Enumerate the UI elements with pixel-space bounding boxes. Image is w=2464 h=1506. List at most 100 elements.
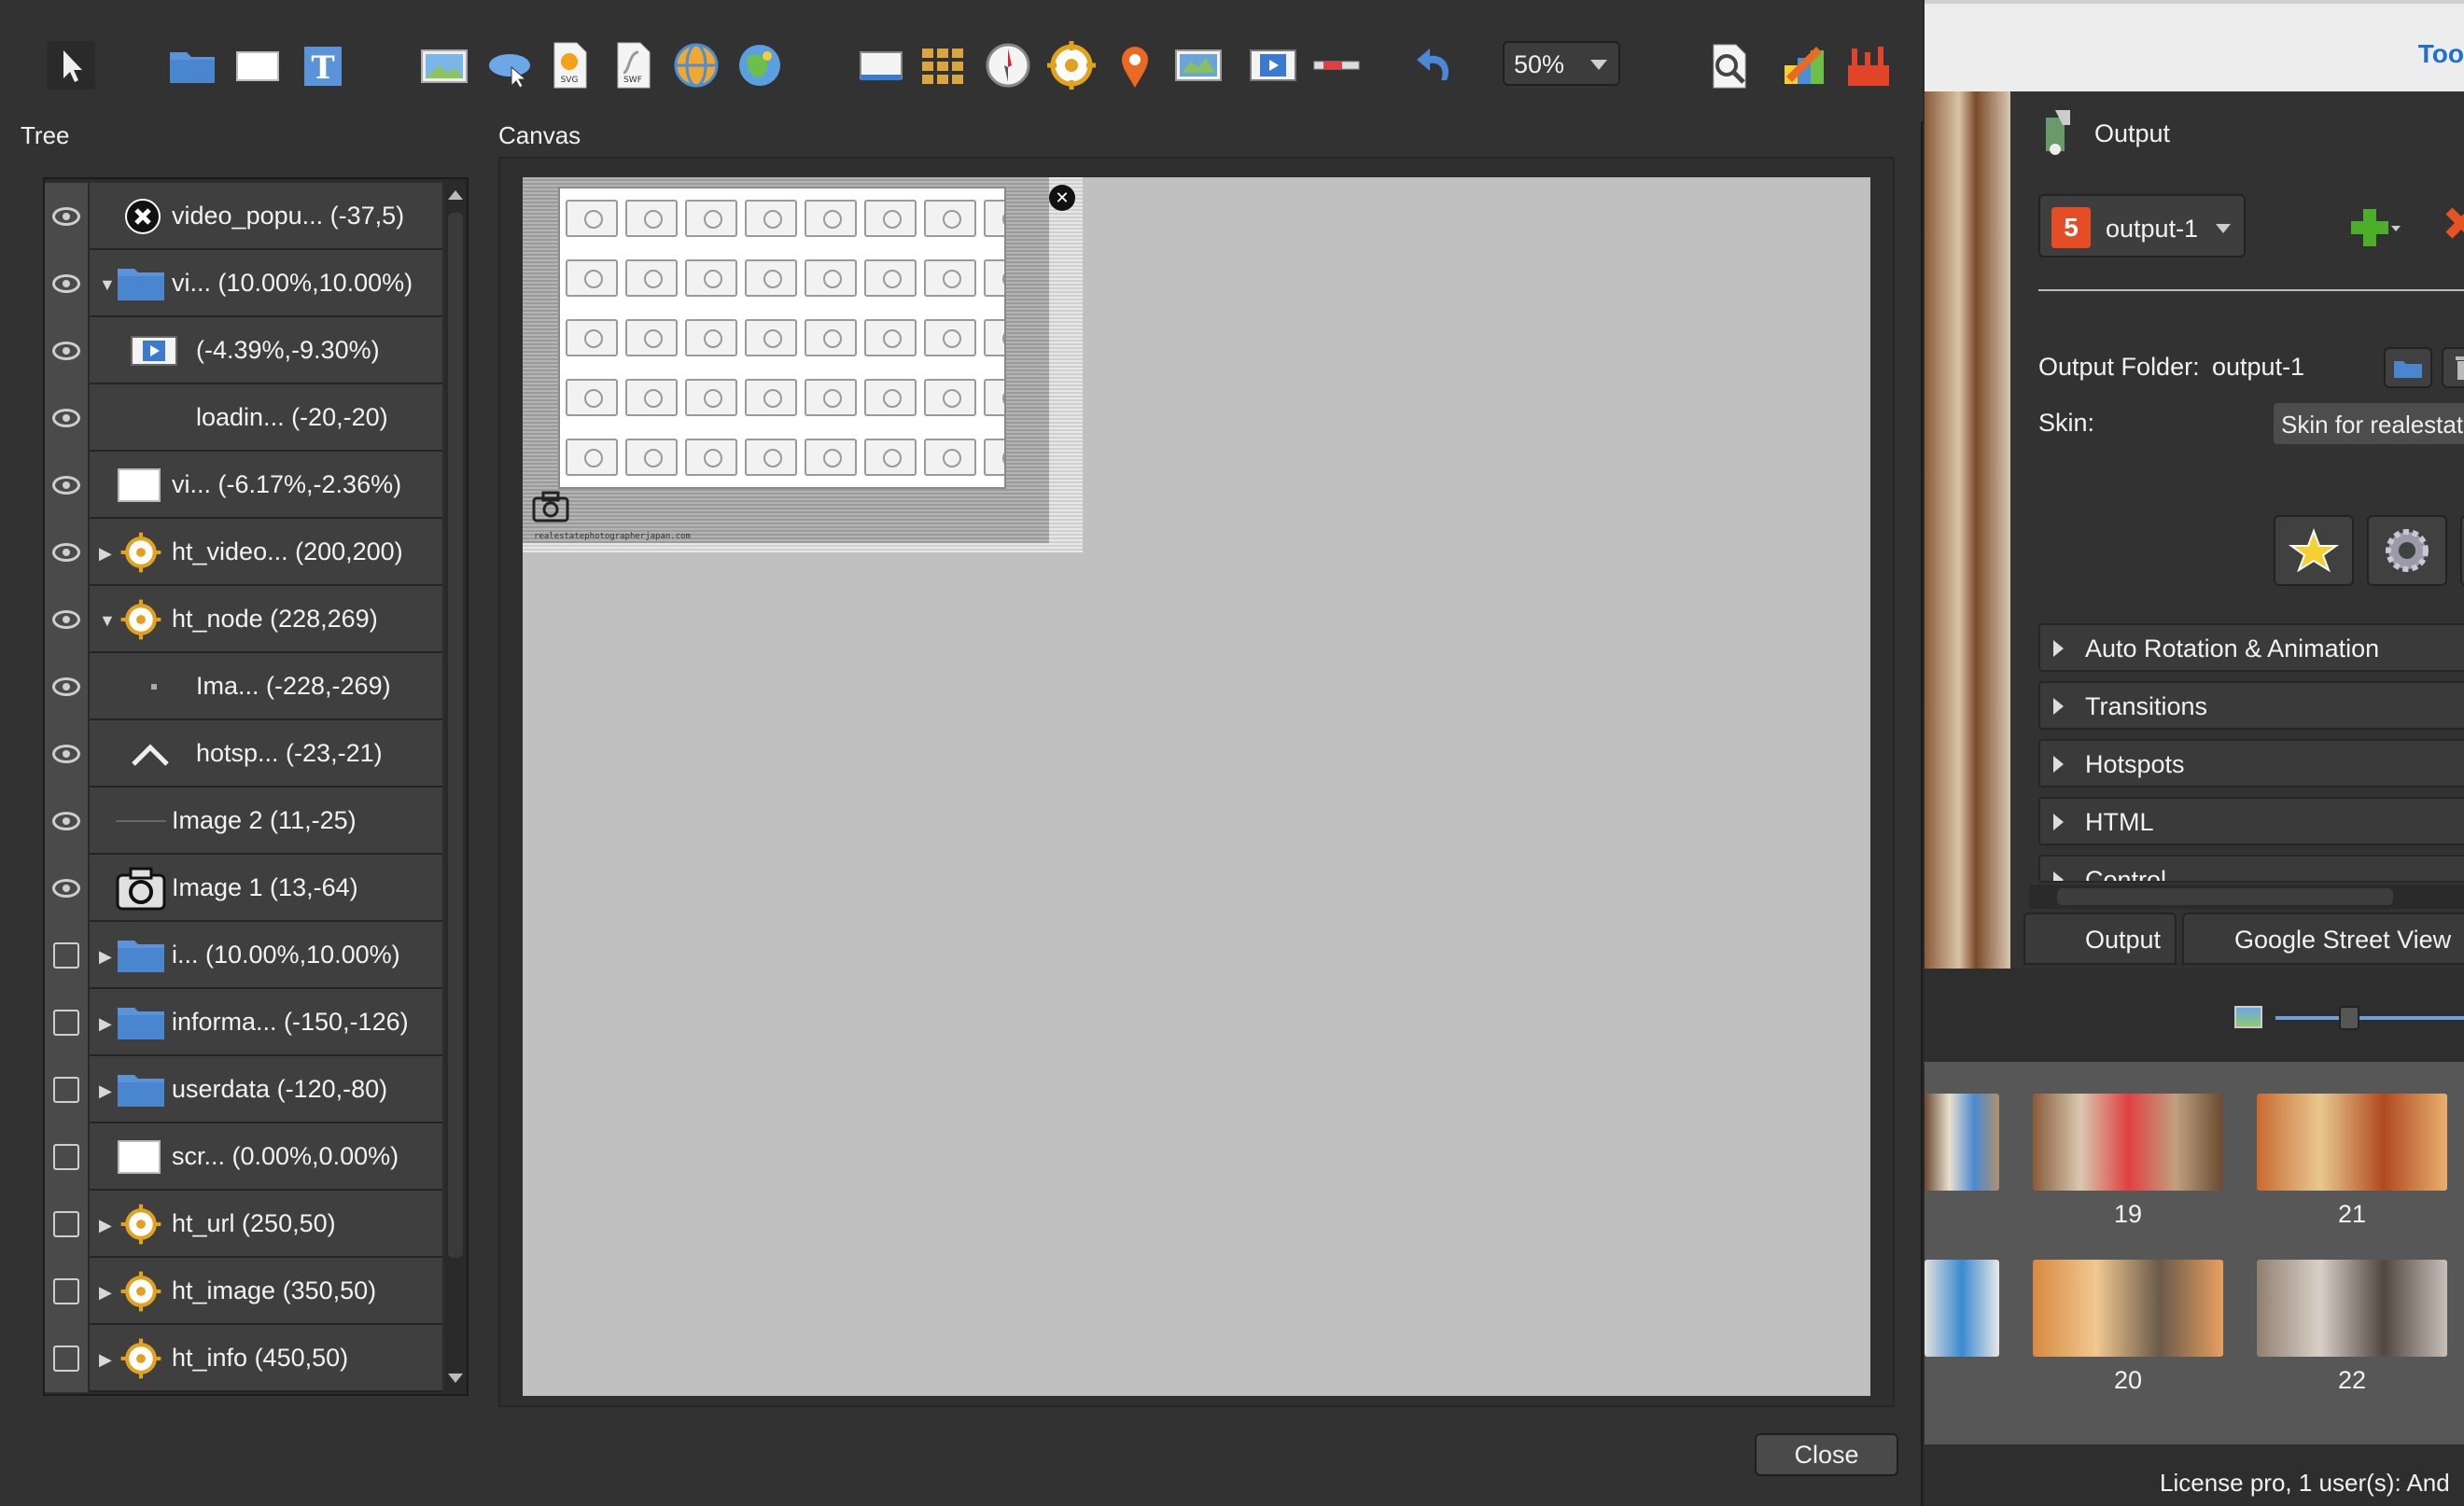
tree-row[interactable]: (-4.39%,-9.30%) (45, 317, 442, 384)
video-thumbnail[interactable] (864, 259, 917, 297)
tab-google-street-view[interactable]: Google Street View (2182, 913, 2464, 965)
video-thumbnail[interactable] (745, 259, 797, 297)
hotspot-icon[interactable] (1043, 37, 1099, 93)
remove-output-button[interactable] (2445, 202, 2464, 258)
swf-icon[interactable]: SWF (605, 37, 661, 93)
monitor-icon[interactable] (2460, 515, 2464, 586)
close-button[interactable]: Close (1755, 1433, 1898, 1476)
open-folder-button[interactable] (2384, 347, 2432, 388)
visibility-toggle[interactable] (45, 384, 90, 452)
video-thumbnail[interactable] (745, 439, 797, 476)
accordion-html[interactable]: HTML (2038, 797, 2464, 845)
video-thumbnail-grid[interactable] (558, 187, 1006, 489)
expand-down-icon[interactable]: ▼ (99, 611, 116, 631)
video-thumbnail[interactable] (685, 439, 737, 476)
visibility-toggle[interactable] (45, 653, 90, 720)
tools-menu[interactable]: Too (2418, 39, 2464, 69)
film-icon[interactable] (1245, 37, 1301, 93)
grid-icon[interactable] (915, 37, 971, 93)
pointer-icon[interactable] (43, 37, 99, 93)
rectangle-icon[interactable] (230, 37, 286, 93)
video-thumbnail[interactable] (984, 259, 1004, 297)
visibility-checkbox[interactable] (45, 1123, 90, 1191)
accordion-auto-rotation[interactable]: Auto Rotation & Animation (2038, 623, 2464, 672)
image-icon[interactable] (416, 37, 472, 93)
accordion-hotspots[interactable]: Hotspots (2038, 739, 2464, 788)
expand-right-icon[interactable]: ▶ (99, 1081, 112, 1101)
video-thumbnail[interactable] (566, 439, 618, 476)
visibility-toggle[interactable] (45, 452, 90, 519)
visibility-checkbox[interactable] (45, 1325, 90, 1392)
canvas-area[interactable]: ✕ realestatephotographerjapan.com (523, 177, 1870, 1396)
tree-row[interactable]: hotsp... (-23,-21) (45, 720, 442, 788)
tools-icon[interactable] (1841, 37, 1897, 93)
video-thumbnail[interactable] (864, 319, 917, 356)
panorama-thumbnail[interactable] (1925, 1260, 1999, 1357)
tree-row[interactable]: ▼ vi... (10.00%,10.00%) (45, 250, 442, 317)
folder-icon[interactable] (164, 37, 220, 93)
visibility-toggle[interactable] (45, 788, 90, 855)
expand-right-icon[interactable]: ▶ (99, 1216, 112, 1235)
star-map-button[interactable] (2274, 515, 2354, 586)
tree-row[interactable]: ▶ ht_url (250,50) (45, 1191, 442, 1258)
tree-panel[interactable]: video_popu... (-37,5) ▼ vi... (10.00%,10.0… (43, 177, 469, 1396)
video-thumbnail[interactable] (864, 200, 917, 237)
video-icon[interactable] (853, 37, 909, 93)
pin-icon[interactable] (1107, 37, 1163, 93)
tree-row[interactable]: ▶ i... (10.00%,10.00%) (45, 922, 442, 989)
tree-row[interactable]: video_popu... (-37,5) (45, 183, 442, 250)
panorama-thumbnail[interactable] (2033, 1094, 2223, 1191)
scroll-up-icon[interactable] (448, 190, 463, 200)
video-thumbnail[interactable] (625, 439, 678, 476)
thumbnail-size-slider[interactable] (2275, 1016, 2464, 1020)
tree-row[interactable]: scr... (0.00%,0.00%) (45, 1123, 442, 1191)
slider-knob[interactable] (2339, 1006, 2359, 1030)
video-thumbnail[interactable] (685, 200, 737, 237)
panorama-thumbnail[interactable] (2033, 1260, 2223, 1357)
visibility-toggle[interactable] (45, 183, 90, 250)
video-thumbnail[interactable] (984, 379, 1004, 416)
zoom-search-icon[interactable] (1701, 37, 1757, 93)
video-thumbnail[interactable] (745, 379, 797, 416)
tree-row[interactable]: ▶ userdata (-120,-80) (45, 1056, 442, 1123)
accordion-control[interactable]: Control (2038, 855, 2464, 883)
skin-preview[interactable]: ✕ realestatephotographerjapan.com (523, 177, 1083, 552)
video-thumbnail[interactable] (805, 439, 857, 476)
visibility-checkbox[interactable] (45, 922, 90, 989)
trash-icon[interactable] (2442, 347, 2464, 388)
settings-gear-icon[interactable] (2367, 515, 2447, 586)
accordion-transitions[interactable]: Transitions (2038, 681, 2464, 730)
tree-row[interactable]: Ima... (-228,-269) (45, 653, 442, 720)
text-icon[interactable]: T (295, 37, 351, 93)
video-thumbnail[interactable] (685, 379, 737, 416)
video-thumbnail[interactable] (864, 439, 917, 476)
video-thumbnail[interactable] (566, 379, 618, 416)
video-thumbnail[interactable] (625, 259, 678, 297)
visibility-toggle[interactable] (45, 519, 90, 586)
close-circle-icon[interactable]: ✕ (1049, 185, 1075, 211)
visibility-toggle[interactable] (45, 317, 90, 384)
output-select[interactable]: 5 output-1 (2038, 194, 2246, 258)
horizontal-scrollbar[interactable] (2029, 885, 2464, 909)
tree-row[interactable]: Image 2 (11,-25) (45, 788, 442, 855)
video-thumbnail[interactable] (805, 379, 857, 416)
video-thumbnail[interactable] (924, 200, 976, 237)
map-icon[interactable] (732, 37, 788, 93)
visibility-checkbox[interactable] (45, 1258, 90, 1325)
video-thumbnail[interactable] (805, 259, 857, 297)
video-thumbnail[interactable] (685, 259, 737, 297)
tree-row[interactable]: Image 1 (13,-64) (45, 855, 442, 922)
compass-icon[interactable] (980, 37, 1036, 93)
visibility-toggle[interactable] (45, 720, 90, 788)
scroll-thumb[interactable] (448, 213, 463, 1258)
video-thumbnail[interactable] (745, 319, 797, 356)
tree-row[interactable]: ▶ ht_video... (200,200) (45, 519, 442, 586)
video-thumbnail[interactable] (745, 200, 797, 237)
tree-row[interactable]: ▼ ht_node (228,269) (45, 586, 442, 653)
map-image-icon[interactable] (1170, 37, 1226, 93)
video-thumbnail[interactable] (924, 439, 976, 476)
expand-right-icon[interactable]: ▶ (99, 1014, 112, 1034)
video-thumbnail[interactable] (984, 439, 1004, 476)
video-thumbnail[interactable] (864, 379, 917, 416)
panorama-thumbnail[interactable] (1925, 1094, 1999, 1191)
